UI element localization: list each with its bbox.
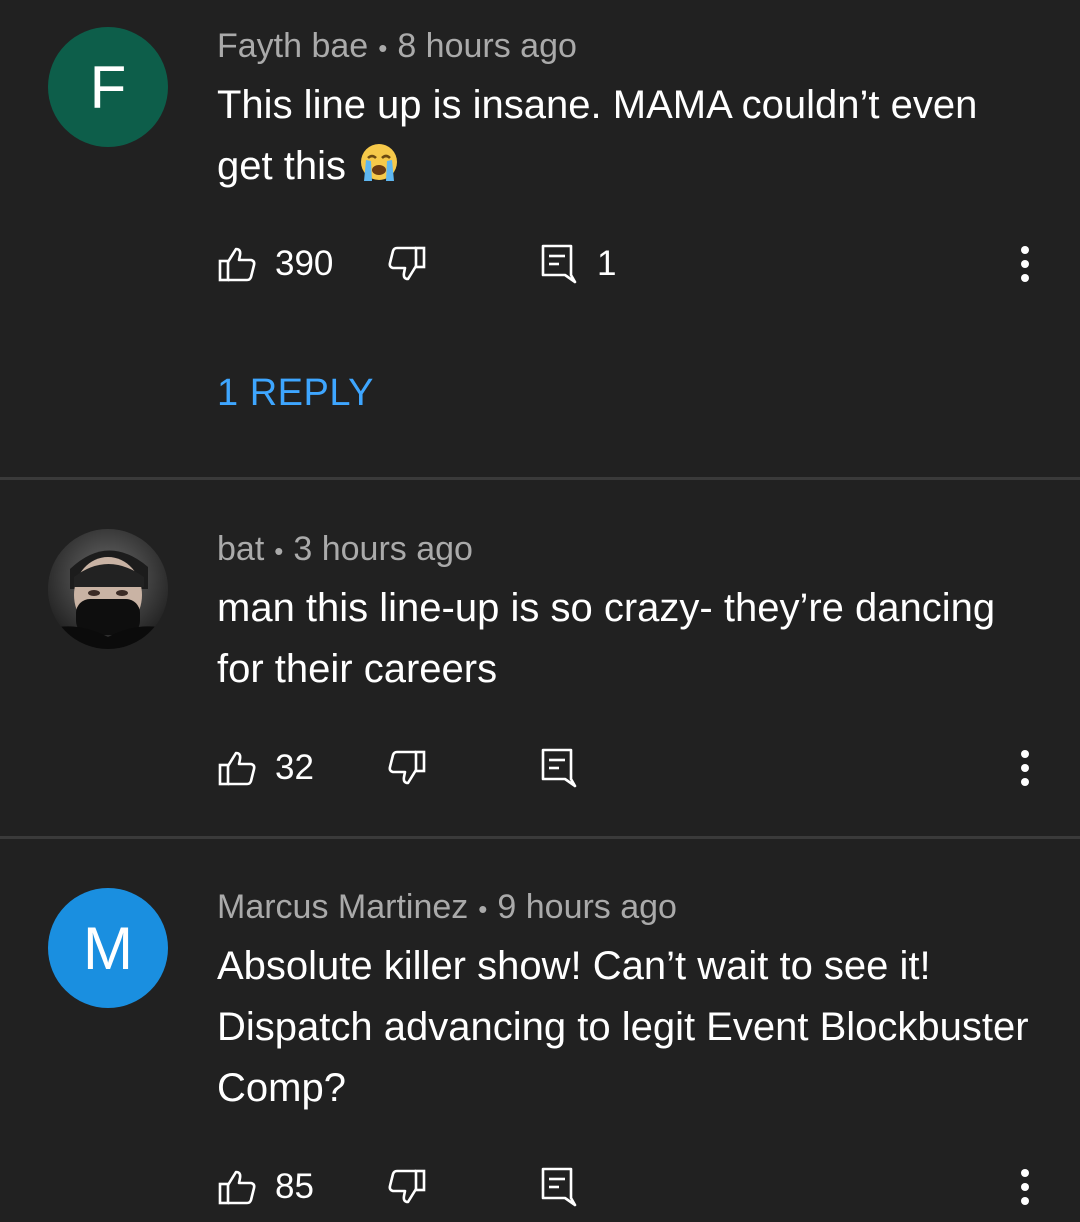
thumbs-down-icon bbox=[388, 1169, 426, 1204]
comment-actions: 32 bbox=[217, 738, 1037, 798]
reply-button[interactable] bbox=[539, 738, 579, 798]
separator-dot: • bbox=[274, 535, 284, 566]
profile-photo bbox=[48, 529, 168, 649]
thumbs-up-icon bbox=[218, 1170, 256, 1205]
like-count: 390 bbox=[275, 244, 334, 283]
comment-actions: 85 bbox=[217, 1157, 1037, 1217]
thumbs-down-icon bbox=[388, 750, 426, 785]
comment-reply-icon bbox=[541, 748, 577, 788]
dislike-button[interactable] bbox=[387, 234, 427, 294]
kebab-menu-icon bbox=[1021, 750, 1029, 786]
dislike-button[interactable] bbox=[387, 1157, 427, 1217]
comment-meta: Marcus Martinez • 9 hours ago bbox=[217, 888, 677, 927]
comment-body: This line up is insane. MAMA couldn’t ev… bbox=[217, 83, 978, 188]
comment-item: bat • 3 hours ago man this line-up is so c… bbox=[0, 480, 1080, 836]
author-name[interactable]: Fayth bae bbox=[217, 27, 368, 65]
comment-text: Absolute killer show! Can’t wait to see … bbox=[217, 944, 1029, 1110]
thumbs-up-icon bbox=[218, 247, 256, 282]
comment-item: M Marcus Martinez • 9 hours ago Absolute k… bbox=[0, 839, 1080, 1222]
comment-meta: Fayth bae • 8 hours ago bbox=[217, 27, 577, 66]
timestamp[interactable]: 3 hours ago bbox=[293, 530, 473, 568]
author-name[interactable]: bat bbox=[217, 530, 264, 568]
reply-count: 1 bbox=[597, 244, 617, 283]
more-options-button[interactable] bbox=[1008, 738, 1042, 798]
separator-dot: • bbox=[478, 893, 488, 924]
more-options-button[interactable] bbox=[1008, 234, 1042, 294]
comment-text: man this line-up is so crazy- they’re da… bbox=[217, 586, 996, 691]
like-count: 85 bbox=[275, 1167, 314, 1206]
author-name[interactable]: Marcus Martinez bbox=[217, 888, 468, 926]
thumbs-up-icon bbox=[218, 751, 256, 786]
timestamp[interactable]: 8 hours ago bbox=[397, 27, 577, 65]
avatar-letter: M bbox=[83, 914, 133, 982]
like-button[interactable]: 85 bbox=[217, 1157, 314, 1217]
separator-dot: • bbox=[378, 32, 388, 63]
kebab-menu-icon bbox=[1021, 246, 1029, 282]
comment-meta: bat • 3 hours ago bbox=[217, 530, 473, 569]
comment-reply-icon bbox=[541, 1167, 577, 1207]
comment-reply-icon bbox=[541, 244, 577, 284]
avatar[interactable]: F bbox=[48, 27, 168, 147]
more-options-button[interactable] bbox=[1008, 1157, 1042, 1217]
kebab-menu-icon bbox=[1021, 1169, 1029, 1205]
like-count: 32 bbox=[275, 748, 314, 787]
avatar[interactable]: M bbox=[48, 888, 168, 1008]
comment-text: This line up is insane. MAMA couldn’t ev… bbox=[217, 75, 1037, 197]
comment-actions: 390 1 bbox=[217, 234, 1037, 294]
view-replies-link[interactable]: 1 REPLY bbox=[217, 372, 374, 415]
avatar[interactable] bbox=[48, 529, 168, 649]
timestamp[interactable]: 9 hours ago bbox=[497, 888, 677, 926]
reply-button[interactable] bbox=[539, 1157, 579, 1217]
dislike-button[interactable] bbox=[387, 738, 427, 798]
reply-button[interactable]: 1 bbox=[539, 234, 616, 294]
avatar-letter: F bbox=[89, 53, 127, 121]
like-button[interactable]: 390 bbox=[217, 234, 333, 294]
loudly-crying-face-icon bbox=[357, 141, 401, 185]
like-button[interactable]: 32 bbox=[217, 738, 314, 798]
comment-item: F Fayth bae • 8 hours ago This line up is … bbox=[0, 0, 1080, 478]
thumbs-down-icon bbox=[388, 246, 426, 281]
